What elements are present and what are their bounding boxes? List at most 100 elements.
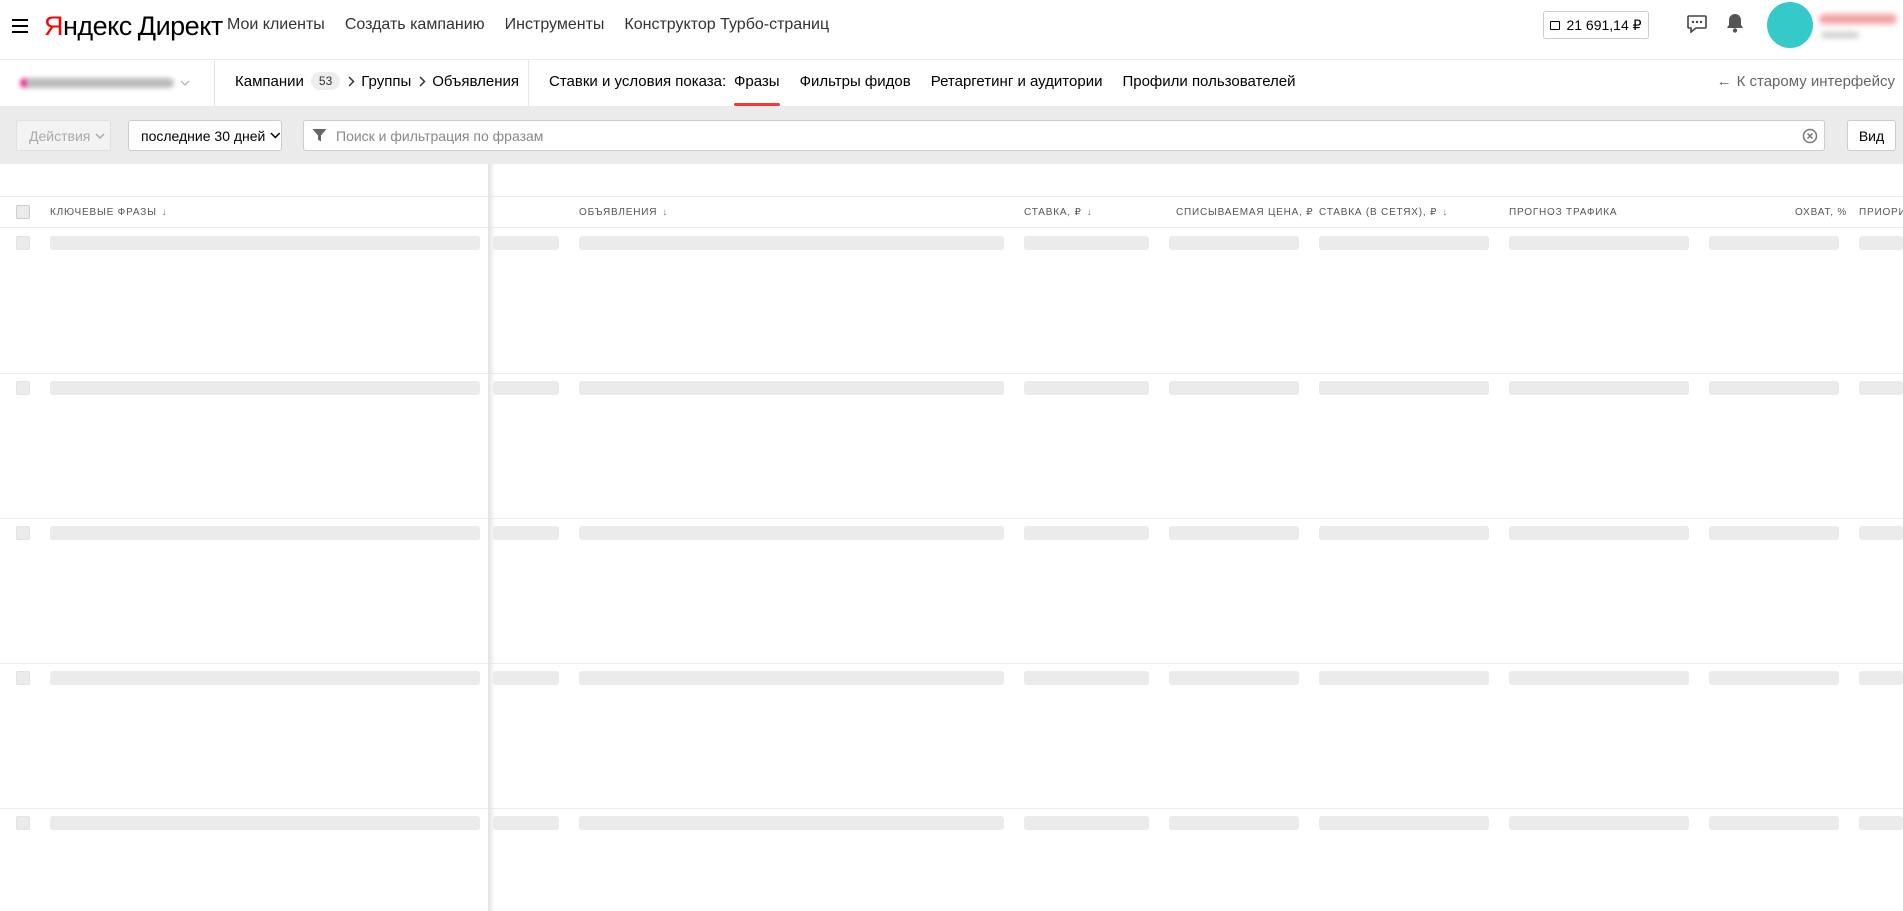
phrase-search-input[interactable] (336, 121, 1776, 150)
table-top-spacer (0, 164, 1903, 197)
loading-skeleton (50, 671, 480, 685)
tab-phrases[interactable]: Фразы (734, 60, 780, 106)
column-header-label: Приори (1859, 207, 1903, 218)
loading-skeleton (579, 236, 1004, 250)
loading-skeleton (1319, 671, 1489, 685)
balance-amount: 21 691,14 ₽ (1566, 16, 1642, 33)
nav-create-campaign[interactable]: Создать кампанию (345, 14, 485, 36)
view-button[interactable]: Вид (1847, 120, 1896, 151)
actions-dropdown[interactable]: Действия (16, 120, 111, 151)
balance-button[interactable]: 21 691,14 ₽ (1543, 11, 1649, 39)
column-header-network-bid[interactable]: Ставка (в сетях), ₽ ↓ (1319, 207, 1448, 218)
table-row (0, 809, 1903, 911)
phrases-table: Ключевые фразы ↓ Объявления ↓ Ставка, ₽ ↓ С… (0, 164, 1903, 911)
column-header-bid[interactable]: Ставка, ₽ ↓ (1024, 207, 1092, 218)
phrase-search-box (303, 120, 1825, 151)
chevron-right-icon (348, 75, 355, 87)
loading-skeleton (1169, 236, 1299, 250)
breadcrumb-campaigns[interactable]: Кампании (235, 73, 304, 90)
row-checkbox[interactable] (16, 381, 30, 395)
divider (528, 60, 529, 106)
loading-skeleton (50, 526, 480, 540)
clear-circle-icon[interactable] (1802, 128, 1818, 144)
row-checkbox[interactable] (16, 671, 30, 685)
loading-skeleton (1509, 236, 1689, 250)
column-header-label: Прогноз трафика (1509, 207, 1618, 218)
select-all-checkbox[interactable] (16, 205, 30, 219)
loading-skeleton (579, 381, 1004, 395)
column-header-keywords[interactable]: Ключевые фразы ↓ (50, 207, 168, 218)
loading-skeleton (493, 816, 559, 830)
tab-user-profiles[interactable]: Профили пользователей (1122, 60, 1295, 106)
nav-tools[interactable]: Инструменты (505, 14, 605, 36)
old-interface-label: К старому интерфейсу (1736, 73, 1895, 90)
loading-skeleton (1169, 671, 1299, 685)
period-label: последние 30 дней (141, 127, 266, 144)
loading-skeleton (1859, 671, 1903, 685)
loading-skeleton (1169, 526, 1299, 540)
user-avatar[interactable] (1767, 2, 1813, 48)
column-header-reach[interactable]: Охват, % (1795, 207, 1847, 218)
column-header-label: Охват, % (1795, 207, 1848, 218)
chevron-down-icon (95, 132, 105, 139)
notifications-bell-icon[interactable] (1725, 12, 1745, 34)
top-header: Яндекс Директ Мои клиенты Создать кампани… (0, 0, 1903, 60)
loading-skeleton (1024, 236, 1149, 250)
column-header-traffic-forecast[interactable]: Прогноз трафика (1509, 207, 1617, 218)
tabs-label: Ставки и условия показа: (549, 73, 727, 90)
old-interface-link[interactable]: ← К старому интерфейсу (1717, 73, 1895, 90)
sort-down-icon: ↓ (1442, 207, 1448, 218)
sticky-column-shadow (488, 164, 495, 911)
account-selector[interactable] (20, 78, 190, 88)
loading-skeleton (579, 526, 1004, 540)
logo-brand-red: Я (44, 11, 64, 41)
nav-turbo-constructor[interactable]: Конструктор Турбо-страниц (624, 14, 829, 36)
tab-feed-filters[interactable]: Фильтры фидов (800, 60, 911, 106)
account-name-blurred (20, 78, 174, 88)
column-header-priority[interactable]: Приори (1859, 207, 1903, 218)
yandex-direct-logo[interactable]: Яндекс Директ (44, 11, 223, 41)
loading-skeleton (493, 671, 559, 685)
table-header: Ключевые фразы ↓ Объявления ↓ Ставка, ₽ ↓ С… (0, 197, 1903, 228)
loading-skeleton (1859, 526, 1903, 540)
loading-skeleton (50, 816, 480, 830)
nav-my-clients[interactable]: Мои клиенты (227, 14, 325, 36)
column-header-label: Ставка, ₽ (1024, 207, 1082, 218)
table-row (0, 664, 1903, 809)
tab-retargeting[interactable]: Ретаргетинг и аудитории (931, 60, 1103, 106)
breadcrumb-ads[interactable]: Объявления (432, 73, 519, 90)
row-checkbox[interactable] (16, 236, 30, 250)
column-header-charged-price[interactable]: Списываемая цена, ₽ (1176, 207, 1313, 218)
row-checkbox[interactable] (16, 816, 30, 830)
secondary-navigation: Кампании 53 Группы Объявления Ставки и у… (0, 60, 1903, 106)
loading-skeleton (1859, 381, 1903, 395)
campaigns-count-badge: 53 (310, 72, 341, 90)
loading-skeleton (1024, 381, 1149, 395)
loading-skeleton (493, 526, 559, 540)
loading-skeleton (1024, 816, 1149, 830)
loading-skeleton (493, 236, 559, 250)
filter-funnel-icon (312, 129, 327, 142)
loading-skeleton (1859, 236, 1903, 250)
loading-skeleton (1169, 381, 1299, 395)
chevron-down-icon (270, 132, 281, 139)
chat-icon[interactable] (1687, 15, 1707, 33)
breadcrumb: Кампании 53 Группы Объявления (235, 72, 519, 90)
user-name-blurred (1819, 14, 1897, 24)
toolbar: Действия последние 30 дней Вид (0, 106, 1903, 164)
loading-skeleton (1319, 236, 1489, 250)
column-header-label: Объявления (579, 207, 658, 218)
loading-skeleton (1709, 671, 1839, 685)
column-header-label: Ставка (в сетях), ₽ (1319, 207, 1438, 218)
loading-skeleton (1319, 381, 1489, 395)
menu-icon[interactable] (12, 19, 28, 33)
column-header-ads[interactable]: Объявления ↓ (579, 207, 668, 218)
period-dropdown[interactable]: последние 30 дней (128, 120, 282, 151)
top-navigation: Мои клиенты Создать кампанию Инструменты… (227, 14, 849, 36)
table-row (0, 229, 1903, 374)
row-checkbox[interactable] (16, 526, 30, 540)
breadcrumb-groups[interactable]: Группы (361, 73, 411, 90)
loading-skeleton (1319, 816, 1489, 830)
loading-skeleton (50, 381, 480, 395)
loading-skeleton (1169, 816, 1299, 830)
